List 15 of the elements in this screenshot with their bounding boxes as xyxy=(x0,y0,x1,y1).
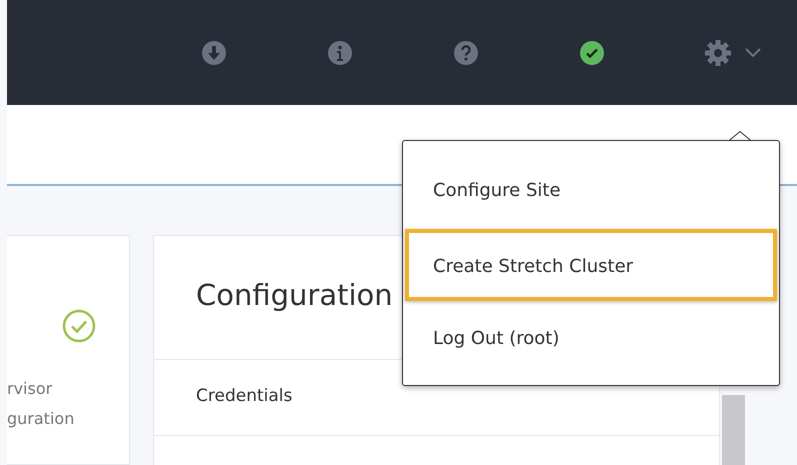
help-icon[interactable] xyxy=(454,40,478,64)
caret-icon[interactable] xyxy=(745,48,761,58)
download-icon[interactable] xyxy=(202,40,226,64)
check-icon[interactable] xyxy=(580,40,604,64)
check-circle-icon xyxy=(62,309,96,343)
settings-icon[interactable] xyxy=(704,38,732,66)
card-label: guration xyxy=(7,408,74,430)
card-title: Configuration xyxy=(196,278,393,312)
card-label: rvisor xyxy=(7,378,54,400)
section-label[interactable]: Credentials xyxy=(196,386,292,406)
menu-item[interactable]: Log Out (root) xyxy=(405,301,777,373)
scrollbar-thumb[interactable] xyxy=(722,395,745,465)
menu-item[interactable]: Create Stretch Cluster xyxy=(405,229,777,301)
menu-item[interactable]: Configure Site xyxy=(405,153,777,229)
info-icon[interactable] xyxy=(328,40,352,64)
